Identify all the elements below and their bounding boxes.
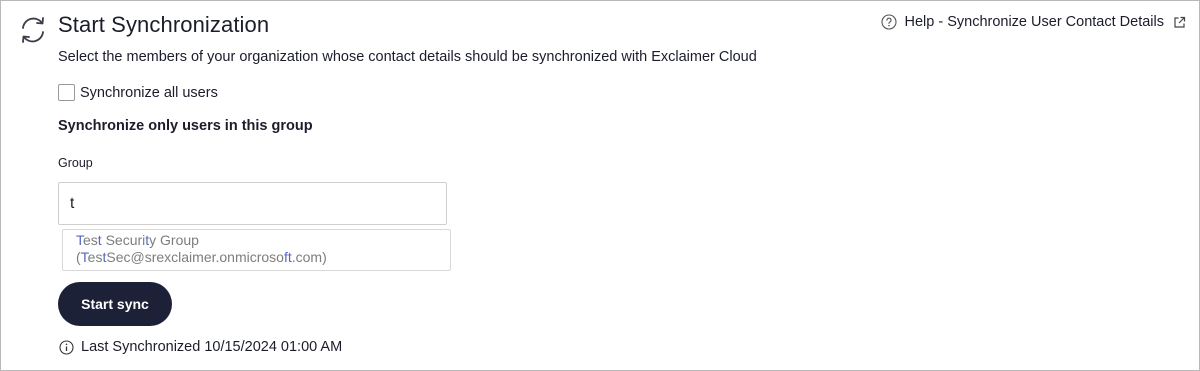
last-synchronized-status: Last Synchronized 10/15/2024 01:00 AM <box>59 339 342 355</box>
suggestion-email-text: Sec@srexclaimer.onmicroso <box>106 249 284 265</box>
group-section-heading: Synchronize only users in this group <box>58 118 313 134</box>
match-highlight: T <box>80 249 88 265</box>
group-suggestion-item[interactable]: Test Security Group (TestSec@srexclaimer… <box>62 229 451 271</box>
suggestion-email-text: es <box>87 249 103 265</box>
sync-icon <box>22 17 44 43</box>
suggestion-email-text: .com) <box>291 249 327 265</box>
page-description: Select the members of your organization … <box>58 49 757 65</box>
help-link-label[interactable]: Help - Synchronize User Contact Details <box>905 14 1165 30</box>
match-highlight: ft <box>283 249 292 265</box>
sync-all-users-checkbox[interactable] <box>58 84 75 101</box>
match-highlight: T <box>76 232 83 248</box>
sync-all-users-label[interactable]: Synchronize all users <box>80 85 218 101</box>
info-icon <box>59 339 74 355</box>
start-sync-button[interactable]: Start sync <box>58 282 172 326</box>
suggestion-name: Test Security Group <box>76 232 450 249</box>
suggestion-name-text: es <box>83 232 98 248</box>
group-search-input[interactable] <box>58 182 447 225</box>
suggestion-email: (TestSec@srexclaimer.onmicrosoft.com) <box>76 249 450 266</box>
sync-all-users-option[interactable]: Synchronize all users <box>58 84 218 101</box>
page-title: Start Synchronization <box>58 12 270 37</box>
suggestion-name-text: y Group <box>149 232 199 248</box>
last-synchronized-text: Last Synchronized 10/15/2024 01:00 AM <box>81 339 343 355</box>
group-field-label: Group <box>58 156 93 170</box>
start-sync-panel: Start Synchronization Help - Synchronize… <box>0 0 1200 371</box>
help-link[interactable]: Help - Synchronize User Contact Details <box>880 14 1187 30</box>
suggestion-name-text: Securi <box>101 232 146 248</box>
question-circle-icon <box>880 14 897 30</box>
external-link-icon <box>1174 16 1186 28</box>
